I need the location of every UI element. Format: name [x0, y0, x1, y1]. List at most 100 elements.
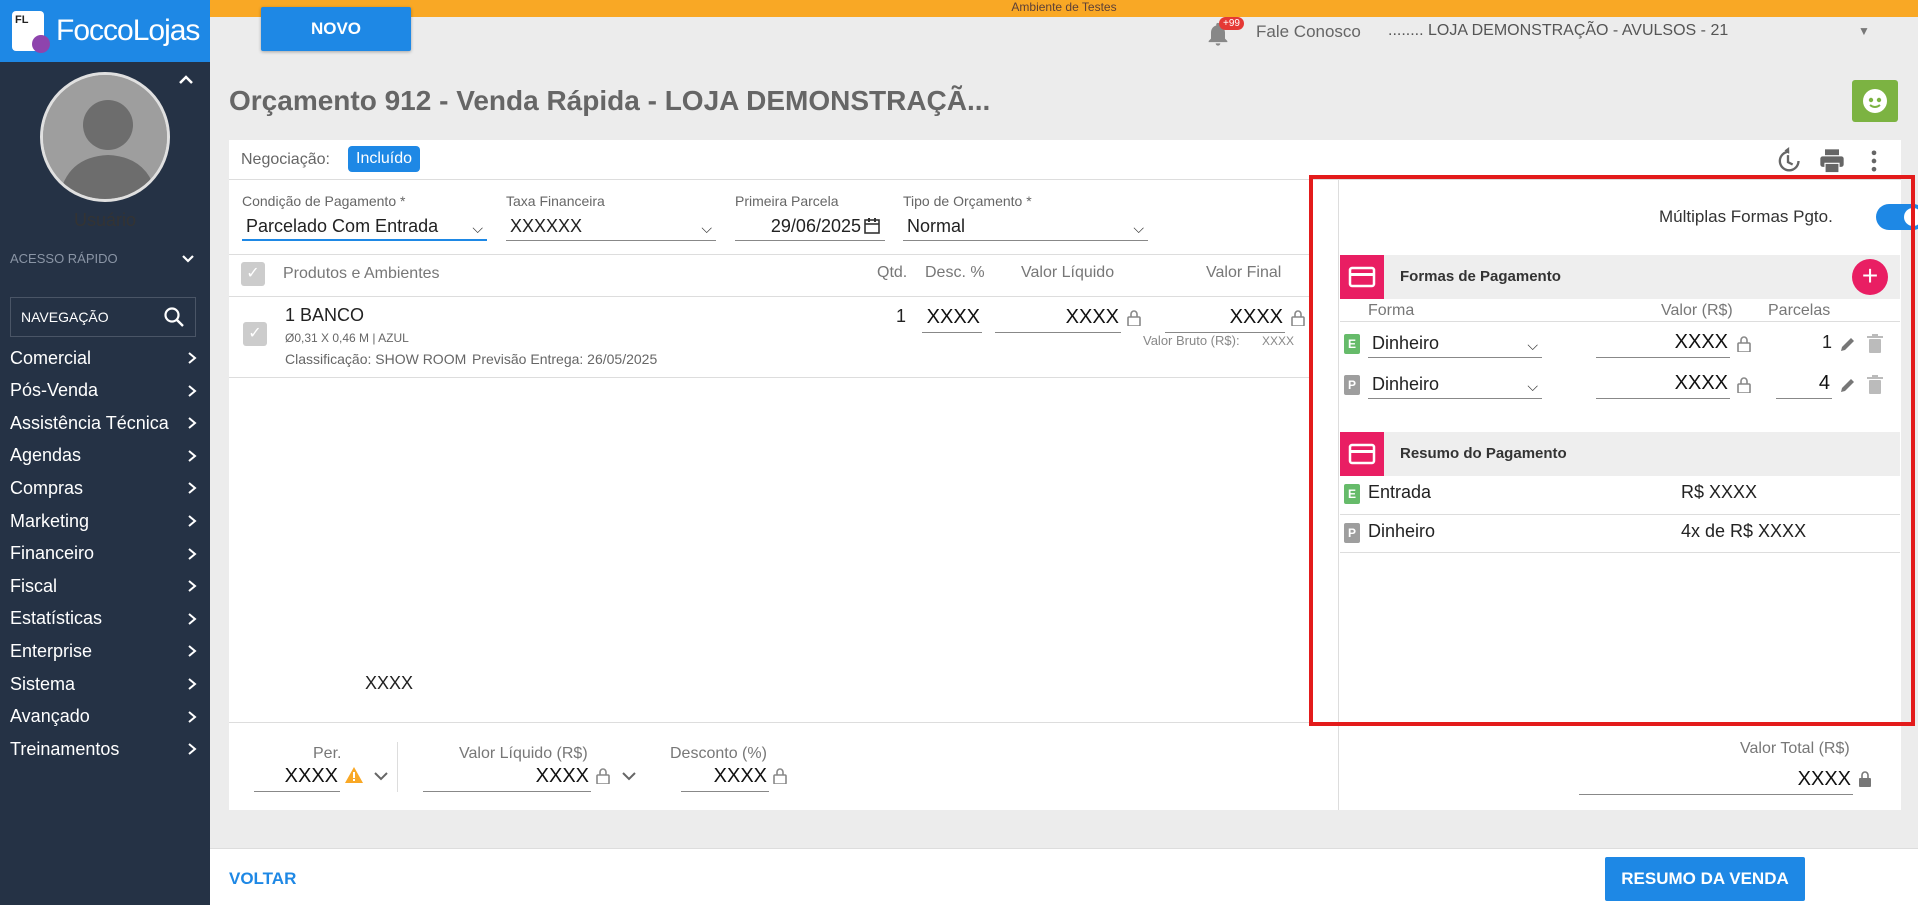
chevron-right-icon: [188, 482, 197, 495]
lock-icon[interactable]: [1291, 310, 1305, 326]
first-installment-date-input[interactable]: 29/06/2025: [735, 213, 885, 241]
sidebar-item-treinamentos[interactable]: Treinamentos: [10, 734, 198, 764]
search-icon[interactable]: [163, 306, 185, 328]
sidebar-item-label: Sistema: [10, 673, 76, 694]
payment-condition-label: Condição de Pagamento *: [242, 193, 406, 209]
navigation-search[interactable]: NAVEGAÇÃO: [10, 297, 196, 337]
per-input[interactable]: XXXX: [254, 762, 340, 792]
sidebar-item-label: Enterprise: [10, 640, 93, 661]
sidebar-item-sistema[interactable]: Sistema: [10, 669, 198, 699]
sidebar-item-label: Estatísticas: [10, 608, 103, 629]
chevron-right-icon: [188, 352, 197, 364]
financial-rate-value: XXXXXX: [510, 216, 583, 236]
calendar-icon[interactable]: [863, 217, 881, 235]
sidebar-item-assist-ncia-t-cnica[interactable]: Assistência Técnica: [10, 408, 198, 438]
first-installment-value: 29/06/2025: [770, 216, 861, 236]
store-dropdown-caret-icon[interactable]: ▼: [1858, 24, 1870, 38]
chevron-down-icon[interactable]: [372, 769, 390, 783]
discount-label: Desconto (%): [670, 745, 767, 762]
contact-link[interactable]: Fale Conosco: [1256, 22, 1361, 42]
quick-access-toggle[interactable]: ACESSO RÁPIDO: [10, 251, 196, 267]
payment-condition-value: Parcelado Com Entrada: [246, 216, 439, 236]
sidebar-item-label: Fiscal: [10, 575, 58, 596]
product-discount-input[interactable]: XXXX: [922, 303, 982, 333]
history-icon[interactable]: [1774, 147, 1802, 175]
app-logo[interactable]: FL FoccoLojas: [0, 0, 210, 62]
more-options-icon[interactable]: [1860, 147, 1888, 175]
chevron-right-icon: [188, 515, 197, 527]
select-all-checkbox[interactable]: ✓: [241, 262, 265, 286]
collapse-chevron-up-icon[interactable]: [176, 70, 196, 90]
net-total-label: Valor Líquido (R$): [459, 745, 588, 762]
gross-value-label: Valor Bruto (R$):: [1143, 333, 1240, 348]
sidebar-item-enterprise[interactable]: Enterprise: [10, 636, 198, 666]
warning-icon: [345, 767, 363, 783]
robot-chat-icon: [1863, 89, 1887, 113]
divider: [397, 742, 398, 792]
chat-bot-button[interactable]: [1852, 80, 1898, 122]
chevron-right-icon: [188, 613, 197, 625]
sidebar-item-financeiro[interactable]: Financeiro: [10, 539, 198, 569]
sidebar-item-comercial[interactable]: Comercial: [10, 343, 198, 373]
product-row-checkbox[interactable]: ✓: [243, 322, 267, 346]
new-button[interactable]: NOVO: [261, 7, 411, 51]
print-icon[interactable]: [1818, 147, 1846, 175]
product-classification: Classificação: SHOW ROOM: [285, 351, 467, 367]
sale-summary-button[interactable]: RESUMO DA VENDA: [1605, 857, 1805, 901]
budget-type-label: Tipo de Orçamento *: [903, 193, 1032, 209]
store-selector[interactable]: ........ LOJA DEMONSTRAÇÃO - AVULSOS - 2…: [1388, 22, 1728, 40]
chevron-right-icon: [188, 645, 197, 658]
chevron-down-icon: [182, 255, 194, 263]
chevron-right-icon: [188, 743, 197, 755]
sidebar-item-compras[interactable]: Compras: [10, 473, 198, 503]
avatar[interactable]: [40, 72, 170, 202]
lock-icon[interactable]: [1127, 310, 1141, 326]
divider: [229, 254, 1309, 255]
logo-mark-text: FL: [15, 14, 29, 26]
chevron-right-icon: [188, 417, 197, 429]
col-net-value: Valor Líquido: [1021, 264, 1115, 281]
chevron-down-icon[interactable]: [620, 769, 638, 783]
sidebar-item-label: Avançado: [10, 706, 90, 727]
sidebar-item-fiscal[interactable]: Fiscal: [10, 571, 198, 601]
chevron-right-icon: [188, 450, 197, 462]
first-installment-label: Primeira Parcela: [735, 193, 839, 209]
logo-mark-icon: FL: [12, 11, 50, 53]
financial-rate-label: Taxa Financeira: [506, 193, 605, 209]
sidebar-item-agendas[interactable]: Agendas: [10, 441, 198, 471]
col-final-value: Valor Final: [1206, 264, 1282, 281]
budget-type-value: Normal: [907, 216, 966, 236]
sidebar-item-marketing[interactable]: Marketing: [10, 506, 198, 536]
sidebar-item-label: Pós-Venda: [10, 380, 99, 401]
chevron-down-icon: ⌵: [701, 220, 712, 236]
product-name: 1 BANCO: [285, 305, 365, 325]
product-final-value-input[interactable]: XXXX: [1165, 303, 1285, 333]
net-total-input[interactable]: XXXX: [423, 762, 591, 792]
chevron-right-icon: [188, 547, 197, 560]
chevron-right-icon: [188, 580, 197, 592]
budget-type-select[interactable]: Normal ⌵: [903, 213, 1148, 241]
highlight-box: [1309, 175, 1915, 726]
total-value-input[interactable]: XXXX: [1579, 765, 1853, 795]
username: Usuário: [73, 210, 137, 230]
sidebar-item-p-s-venda[interactable]: Pós-Venda: [10, 376, 198, 406]
lock-icon[interactable]: [1858, 771, 1872, 787]
sidebar-item-estat-sticas[interactable]: Estatísticas: [10, 604, 198, 634]
chevron-right-icon: [188, 678, 197, 690]
back-button[interactable]: VOLTAR: [229, 869, 296, 889]
divider: [229, 377, 1309, 378]
notification-count-badge: +99: [1219, 17, 1244, 30]
lock-icon[interactable]: [773, 768, 787, 784]
sidebar-item-label: Treinamentos: [10, 738, 120, 759]
col-products: Produtos e Ambientes: [283, 265, 440, 282]
product-net-value-input[interactable]: XXXX: [995, 303, 1121, 333]
payment-condition-select[interactable]: Parcelado Com Entrada ⌵: [242, 213, 487, 241]
financial-rate-select[interactable]: XXXXXX ⌵: [506, 213, 716, 241]
page-title: Orçamento 912 - Venda Rápida - LOJA DEMO…: [229, 85, 991, 116]
sidebar-item-avan-ado[interactable]: Avançado: [10, 702, 198, 732]
environment-banner: Ambiente de Testes: [210, 0, 1918, 17]
negotiation-label: Negociação:: [241, 151, 330, 168]
product-qty[interactable]: 1: [896, 306, 906, 327]
discount-input[interactable]: XXXX: [681, 762, 769, 792]
lock-icon[interactable]: [596, 768, 610, 784]
